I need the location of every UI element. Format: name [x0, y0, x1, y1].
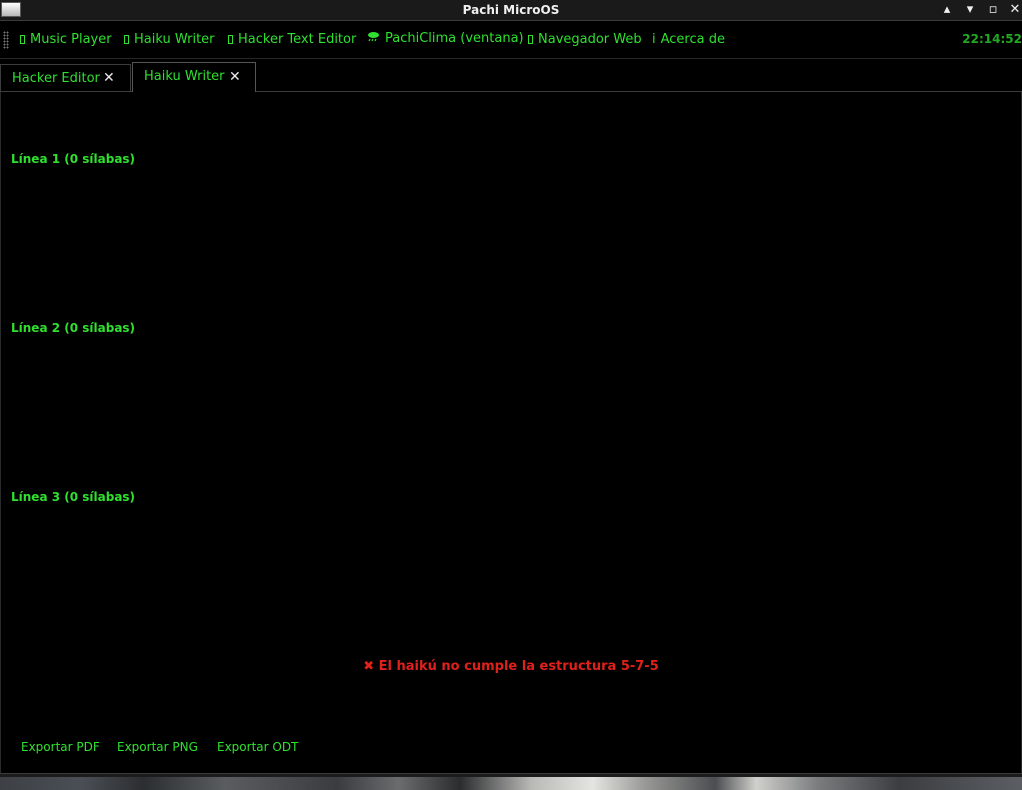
- export-png-button[interactable]: Exportar PNG: [117, 740, 198, 754]
- tab-close-icon[interactable]: ✕: [229, 63, 241, 91]
- window-titlebar[interactable]: Pachi MicroOS ▴ ▾ ▫ ✕: [0, 0, 1022, 21]
- toolbar-item-label: Music Player: [30, 32, 112, 47]
- minimize-icon[interactable]: ▾: [960, 0, 980, 20]
- toolbar-item-acerca-de[interactable]: i Acerca de: [652, 21, 725, 58]
- tab-close-icon[interactable]: ✕: [103, 65, 115, 92]
- toolbar-item-label: Hacker Text Editor: [238, 32, 357, 47]
- toolbar-item-hacker-text-editor[interactable]: Hacker Text Editor: [228, 21, 356, 58]
- shade-up-icon[interactable]: ▴: [937, 0, 957, 20]
- globe-icon: [528, 35, 533, 44]
- line-3-label: Línea 3 (0 sílabas): [11, 490, 136, 504]
- tab-label: Hacker Editor: [12, 71, 100, 86]
- tab-label: Haiku Writer: [144, 69, 225, 84]
- maximize-icon[interactable]: ▫: [983, 0, 1003, 20]
- weather-icon: [367, 21, 380, 56]
- music-icon: [20, 35, 25, 44]
- close-window-icon[interactable]: ✕: [1005, 0, 1022, 20]
- toolbar-item-label: Navegador Web: [538, 32, 642, 47]
- validation-status: ✖ El haikú no cumple la estructura 5-7-5: [363, 659, 659, 674]
- export-pdf-button[interactable]: Exportar PDF: [21, 740, 100, 754]
- tab-hacker-editor[interactable]: Hacker Editor ✕: [0, 64, 131, 91]
- export-odt-button[interactable]: Exportar ODT: [217, 740, 298, 754]
- info-icon: i: [652, 32, 656, 47]
- line-1-label: Línea 1 (0 sílabas): [11, 152, 136, 166]
- toolbar-item-navegador-web[interactable]: Navegador Web: [528, 21, 642, 58]
- toolbar-item-label: PachiClima (ventana): [385, 31, 524, 46]
- toolbar-item-music-player[interactable]: Music Player: [20, 21, 112, 58]
- app-toolbar: Music Player Haiku Writer Hacker Text Ed…: [0, 21, 1022, 59]
- window-title: Pachi MicroOS: [462, 3, 560, 17]
- toolbar-item-label: Acerca de: [660, 32, 725, 47]
- toolbar-item-pachiclima[interactable]: PachiClima (ventana): [367, 21, 524, 56]
- haiku-icon: [124, 35, 129, 44]
- toolbar-clock: 22:14:52: [962, 32, 1022, 46]
- terminal-icon: [228, 35, 233, 44]
- toolbar-item-haiku-writer[interactable]: Haiku Writer: [124, 21, 215, 58]
- line-2-label: Línea 2 (0 sílabas): [11, 321, 136, 335]
- haiku-writer-panel: Línea 1 (0 sílabas) Línea 2 (0 sílabas) …: [0, 92, 1022, 773]
- tab-haiku-writer[interactable]: Haiku Writer ✕: [132, 62, 256, 92]
- desktop-wallpaper-strip: [0, 777, 1022, 790]
- toolbar-grip-handle[interactable]: [3, 31, 9, 49]
- toolbar-item-label: Haiku Writer: [134, 32, 215, 47]
- tab-bar: Hacker Editor ✕ Haiku Writer ✕: [0, 59, 1022, 92]
